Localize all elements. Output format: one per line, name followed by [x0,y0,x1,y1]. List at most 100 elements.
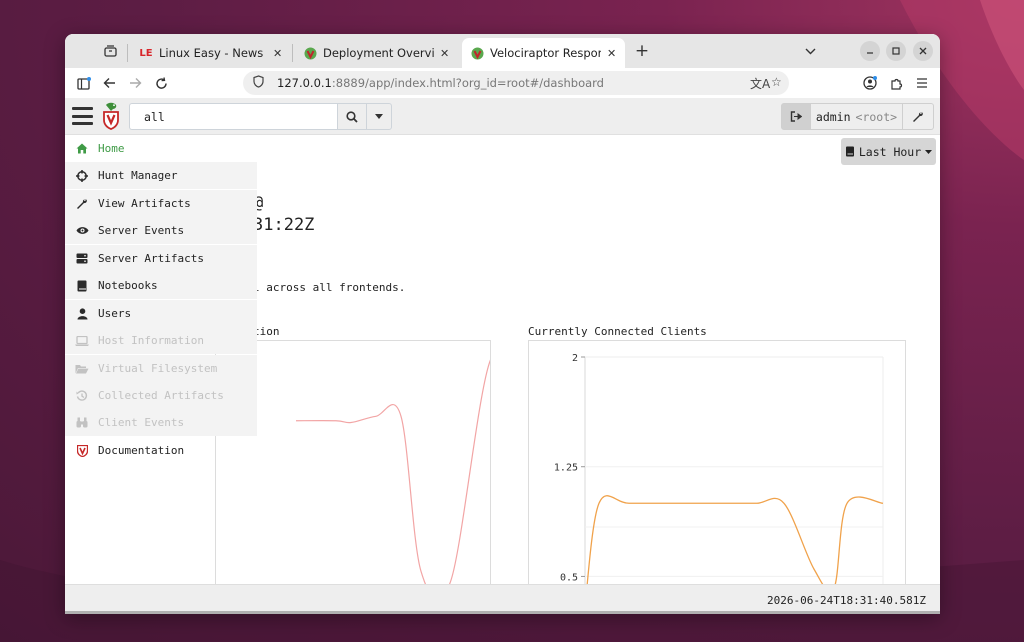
extensions-puzzle-icon[interactable] [886,73,906,93]
url-path: :8889/app/index.html?org_id=root#/dashbo… [331,76,604,90]
tab-close-icon[interactable]: ✕ [440,47,450,60]
tab-list-chevron-down-icon[interactable] [799,40,821,62]
browser-window: LE Linux Easy - News da Mon ✕ Deployment… [65,34,940,614]
dashboard-title-line2: 31:22Z [253,215,315,235]
sidebar-item-label: Hunt Manager [98,169,178,182]
binoculars-icon [75,416,89,430]
search-dropdown-button[interactable] [366,103,392,130]
close-window-icon[interactable] [913,41,933,61]
user-org-label[interactable]: admin <root> [811,103,903,130]
site-info-shield-icon[interactable] [253,75,267,91]
sidebar-item-label: Documentation [98,444,185,457]
menu-lines-icon[interactable] [912,73,932,93]
chart2-tick-label: 0.5 [560,572,578,583]
chart1-series-line [295,351,527,601]
user-icon [75,307,89,321]
sidebar-item-view-artifacts[interactable]: View Artifacts [65,190,257,217]
new-tab-plus-icon[interactable]: + [631,40,653,62]
tab-separator [292,44,293,62]
sidebar-item-home[interactable]: Home [65,135,257,162]
history-icon [75,389,89,403]
book-icon [845,146,854,157]
client-search-input[interactable] [129,103,338,130]
sidebar-item-server-events[interactable]: Server Events [65,217,257,244]
address-bar[interactable]: 127.0.0.1:8889/app/index.html?org_id=roo… [243,71,789,95]
caret-down-icon [375,114,383,119]
time-range-dropdown[interactable]: Last Hour [841,138,936,165]
chart2-tick-label: 2 [572,353,578,364]
app-toolbar: admin <root> [65,98,940,135]
sidebar-item-label: Users [98,307,132,320]
user-org: <root> [855,109,898,124]
sidebar-item-label: Virtual Filesystem [98,362,218,375]
tab-title: Velociraptor Response an [490,46,601,60]
url-host: 127.0.0.1 [277,76,332,90]
sidebar-item-label: Notebooks [98,279,158,292]
tab-deployment-overview[interactable]: Deployment Overview ✕ [295,38,458,68]
tab-title: Linux Easy - News da Mon [159,46,267,60]
chart2-plot: 2 1.25 0.5 [554,353,884,606]
bookmark-star-icon[interactable]: ☆ [771,75,782,89]
sidebar-item-label: Server Artifacts [98,252,204,265]
home-icon [75,142,89,156]
caret-down-icon [925,149,933,154]
sidebar-toggle-icon[interactable] [74,73,94,93]
maximize-icon[interactable] [886,41,906,61]
time-range-label: Last Hour [858,144,922,159]
forward-arrow-icon[interactable] [125,73,145,93]
status-footer: 2026-06-24T18:31:40.581Z [65,584,940,614]
laptop-icon [75,334,89,348]
chart2-title: Currently Connected Clients [528,325,707,338]
eye-icon [75,224,89,238]
tab-velociraptor[interactable]: Velociraptor Response an ✕ [462,38,625,68]
tab-close-icon[interactable]: ✕ [607,47,617,60]
account-icon[interactable] [860,73,880,93]
server-icon [75,252,89,266]
tab-overview-icon[interactable] [99,40,121,62]
velociraptor-logo-icon[interactable] [101,102,121,130]
footer-timestamp: 2026-06-24T18:31:40.581Z [767,594,926,607]
user-name: admin [815,109,851,124]
tab-bar: LE Linux Easy - News da Mon ✕ Deployment… [65,34,940,68]
book-icon [75,279,89,293]
wrench-icon [913,111,923,122]
reload-icon[interactable] [151,73,171,93]
translate-icon[interactable]: 文A [750,75,770,92]
navigation-bar: 127.0.0.1:8889/app/index.html?org_id=roo… [65,68,940,98]
sidebar-item-label: Host Information [98,334,204,347]
sidebar-item-collected-artifacts: Collected Artifacts [65,382,257,409]
sidebar-item-virtual-filesystem: Virtual Filesystem [65,355,257,382]
folder-open-icon [75,362,89,376]
logout-button[interactable] [781,103,811,130]
tab-title: Deployment Overview [323,46,434,60]
chart2-series-line [584,495,884,606]
velociraptor-page: admin <root> Last Hour @ 31:22Z l across… [65,98,940,614]
sidebar-item-host-information: Host Information [65,327,257,354]
sidebar-item-client-events: Client Events [65,409,257,436]
sidebar-item-notebooks[interactable]: Notebooks [65,272,257,299]
sidebar-item-label: View Artifacts [98,197,191,210]
chart2-container: 2 1.25 0.5 [528,340,906,606]
wrench-icon [75,197,89,211]
sidebar-item-server-artifacts[interactable]: Server Artifacts [65,245,257,272]
velociraptor-favicon-icon [303,46,317,60]
velociraptor-icon [75,444,89,458]
crosshair-icon [75,169,89,183]
hamburger-menu-icon[interactable] [72,107,93,125]
sidebar-item-label: Collected Artifacts [98,389,224,402]
velociraptor-favicon-icon [470,46,484,60]
tab-linux-easy[interactable]: LE Linux Easy - News da Mon ✕ [131,38,291,68]
user-controls: admin <root> [781,103,934,130]
search-button[interactable] [337,103,367,130]
chart2-tick-label: 1.25 [554,463,578,474]
user-settings-button[interactable] [903,103,934,130]
sidebar-item-users[interactable]: Users [65,300,257,327]
sidebar-item-label: Home [98,142,125,155]
dashboard-description: l across all frontends. [253,281,406,294]
linux-easy-favicon-icon: LE [139,47,153,59]
sidebar-item-hunt-manager[interactable]: Hunt Manager [65,162,257,189]
tab-close-icon[interactable]: ✕ [273,47,283,60]
minimize-icon[interactable] [860,41,880,61]
sidebar-item-documentation[interactable]: Documentation [65,437,257,464]
back-arrow-icon[interactable] [99,73,119,93]
